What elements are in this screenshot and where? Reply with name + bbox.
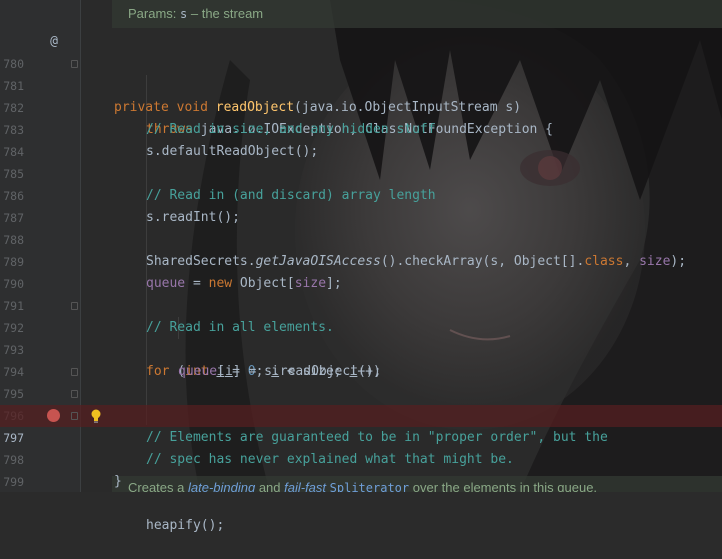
doc-label: Params: [128, 6, 177, 21]
rendered-javadoc-params: Params: s – the stream [112, 0, 722, 28]
code-line[interactable]: 782 // Read in size, and any hidden stuf… [0, 75, 722, 137]
code-line[interactable]: 781 throws java.io.IOException, ClassNot… [0, 53, 722, 137]
code-line-breakpoint[interactable]: 797 heapify(); [0, 405, 722, 533]
code-line[interactable]: 788 SharedSecrets.getJavaOISAccess().che… [0, 207, 722, 269]
lightbulb-icon[interactable] [90, 406, 102, 426]
rendered-javadoc-spliterator: Creates a late-binding and fail-fast Spl… [112, 476, 722, 492]
fold-marker-icon[interactable] [71, 390, 78, 398]
breakpoint-icon[interactable] [47, 409, 60, 422]
code-line[interactable]: 780 @ private void readObject(java.io.Ob… [0, 31, 722, 115]
code-text: heapify(); [146, 518, 225, 533]
code-line[interactable]: 791 // Read in all elements. [0, 273, 722, 335]
code-line[interactable]: 795 // Elements are guaranteed to be in … [0, 361, 722, 445]
doc-text: and [255, 480, 285, 492]
doc-code-link[interactable]: Spliterator [330, 481, 409, 492]
fold-marker-icon[interactable] [71, 412, 78, 420]
code-line[interactable]: 789 queue = new Object[size]; [0, 229, 722, 291]
code-line[interactable]: 790 [0, 251, 722, 291]
code-line[interactable]: 785 // Read in (and discard) array lengt… [0, 141, 722, 203]
code-line[interactable]: 798 } [0, 427, 722, 489]
doc-text: Creates a [128, 480, 188, 492]
doc-text: over the elements in this queue. [409, 480, 598, 492]
code-line[interactable]: 784 [0, 119, 722, 159]
fold-marker-icon[interactable] [71, 302, 78, 310]
override-icon[interactable]: @ [46, 31, 62, 53]
code-line[interactable]: 799 [0, 449, 722, 489]
fold-marker-icon[interactable] [71, 368, 78, 376]
doc-link[interactable]: fail-fast [284, 480, 326, 492]
code-line[interactable]: 793 queue[i] = s.readObject(); [0, 317, 722, 379]
code-line[interactable]: 786 s.readInt(); [0, 163, 722, 225]
fold-marker-icon[interactable] [71, 60, 78, 68]
doc-link[interactable]: late-binding [188, 480, 255, 492]
code-line[interactable]: 792 for (int i = 0; i < size; i++) [0, 295, 722, 379]
code-line[interactable]: 796 // spec has never explained what tha… [0, 383, 722, 467]
code-line[interactable]: 794 [0, 339, 722, 379]
code-text: } [114, 474, 122, 489]
code-editor[interactable]: 780 @ private void readObject(java.io.Ob… [0, 31, 722, 533]
line-number: 799 [3, 475, 24, 489]
code-line[interactable]: 787 [0, 185, 722, 225]
doc-desc: – the stream [187, 6, 264, 21]
code-line[interactable]: 783 s.defaultReadObject(); [0, 97, 722, 159]
